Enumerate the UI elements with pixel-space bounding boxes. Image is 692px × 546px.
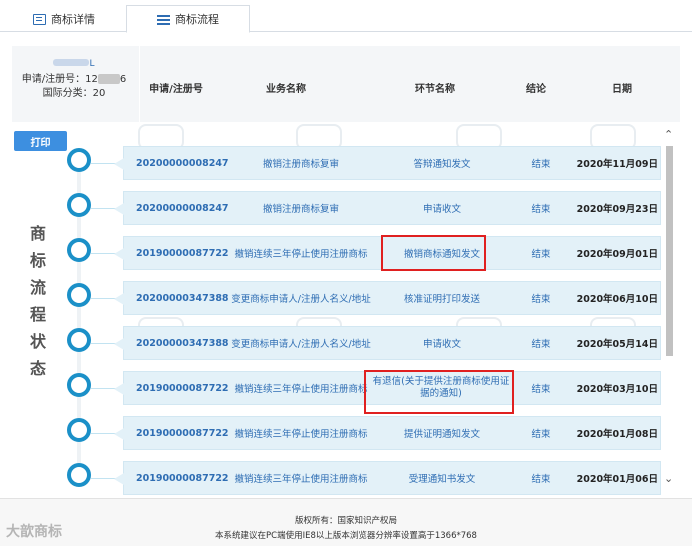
cell-business-name: 撤销注册商标复审 xyxy=(262,159,339,170)
redaction-mask xyxy=(97,74,120,84)
timeline-node-icon xyxy=(67,148,91,172)
mark-name: L xyxy=(12,59,136,73)
cell-date: 2020年01月08日 xyxy=(576,429,658,440)
col-header-step: 环节名称 xyxy=(415,84,455,95)
table-row: 20200000347388 变更商标申请人/注册人名义/地址 核准证明打印发送… xyxy=(114,281,661,315)
cell-reg-number: 20190000087722 xyxy=(136,472,229,484)
cell-reg-number: 20200000347388 xyxy=(136,292,229,304)
mark-reg-number: 申请/注册号：12 6 xyxy=(21,74,127,85)
timeline-node-icon xyxy=(67,373,91,397)
highlight-box xyxy=(364,370,514,414)
process-table-header: L 申请/注册号：12 6 国际分类：20 申请/注册号 业务名称 环节名称 结论… xyxy=(12,46,680,122)
table-row: 20200000008247 撤销注册商标复审 答辩通知发文 结束 2020年1… xyxy=(114,146,661,180)
cell-result: 结束 xyxy=(531,294,551,305)
cell-step-name: 答辩通知发文 xyxy=(413,159,471,170)
cell-result: 结束 xyxy=(531,384,551,395)
side-title-process-status: 商标流 程状态 xyxy=(29,224,46,378)
scrollbar-thumb[interactable] xyxy=(666,146,673,356)
cell-business-name: 撤销注册商标复审 xyxy=(262,204,339,215)
table-row: 20190000087722 撤销连续三年停止使用注册商标 提供证明通知发文 结… xyxy=(114,416,661,450)
cell-step-name: 申请收文 xyxy=(422,339,461,350)
cell-result: 结束 xyxy=(531,339,551,350)
scroll-down-icon[interactable]: ⌄ xyxy=(664,472,673,485)
timeline-node-icon xyxy=(67,283,91,307)
cell-result: 结束 xyxy=(531,159,551,170)
cell-business-name: 变更商标申请人/注册人名义/地址 xyxy=(231,294,371,305)
cell-reg-number: 20190000087722 xyxy=(136,382,229,394)
cell-business-name: 变更商标申请人/注册人名义/地址 xyxy=(231,339,371,350)
cell-date: 2020年09月01日 xyxy=(576,249,658,260)
cell-reg-number: 20200000347388 xyxy=(136,337,229,349)
cell-date: 2020年03月10日 xyxy=(576,384,658,395)
cell-step-name: 受理通知书发文 xyxy=(408,474,476,485)
tab-mark-details-label: 商标详情 xyxy=(51,13,95,26)
cell-date: 2020年06月10日 xyxy=(576,294,658,305)
col-header-biz: 业务名称 xyxy=(266,84,306,95)
cell-business-name: 撤销连续三年停止使用注册商标 xyxy=(234,249,368,260)
scroll-up-icon[interactable]: ⌃ xyxy=(664,128,673,141)
cell-reg-number: 20190000087722 xyxy=(136,427,229,439)
tab-mark-details[interactable]: 商标详情 xyxy=(2,5,126,33)
timeline-node-icon xyxy=(67,238,91,262)
col-header-reg: 申请/注册号 xyxy=(149,84,203,95)
cell-date: 2020年01月06日 xyxy=(576,474,658,485)
cell-step-name: 核准证明打印发送 xyxy=(403,294,480,305)
cell-date: 2020年09月23日 xyxy=(576,204,658,215)
cell-step-name: 申请收文 xyxy=(422,204,461,215)
list-icon xyxy=(157,14,170,25)
footer: 大歆商标 版权所有：国家知识产权局 本系统建议在PC端使用IE8以上版本浏览器分… xyxy=(0,498,692,546)
cell-reg-number: 20200000008247 xyxy=(136,157,229,169)
timeline-node-icon xyxy=(67,193,91,217)
document-icon xyxy=(33,13,46,25)
tab-mark-process-label: 商标流程 xyxy=(175,13,219,26)
cell-business-name: 撤销连续三年停止使用注册商标 xyxy=(234,429,368,440)
cell-result: 结束 xyxy=(531,429,551,440)
cell-date: 2020年05月14日 xyxy=(576,339,658,350)
scrollbar[interactable]: ⌃ ⌄ xyxy=(662,124,676,490)
timeline-node-icon xyxy=(67,418,91,442)
redacted-mark-name xyxy=(53,59,90,66)
footer-browser-note: 本系统建议在PC端使用IE8以上版本浏览器分辨率设置高于1366*768 xyxy=(215,531,477,541)
cell-business-name: 撤销连续三年停止使用注册商标 xyxy=(234,384,368,395)
mark-info: L 申请/注册号：12 6 国际分类：20 xyxy=(12,46,136,122)
tab-mark-process[interactable]: 商标流程 xyxy=(126,5,250,33)
col-header-date: 日期 xyxy=(612,84,632,95)
cell-result: 结束 xyxy=(531,474,551,485)
cell-business-name: 撤销连续三年停止使用注册商标 xyxy=(234,474,368,485)
timeline-node-icon xyxy=(67,328,91,352)
col-header-result: 结论 xyxy=(526,84,546,95)
footer-copyright: 版权所有：国家知识产权局 xyxy=(294,516,397,526)
highlight-box xyxy=(381,235,486,271)
cell-reg-number: 20200000008247 xyxy=(136,202,229,214)
table-row: 20190000087722 撤销连续三年停止使用注册商标 受理通知书发文 结束… xyxy=(114,461,661,495)
cell-step-name: 提供证明通知发文 xyxy=(403,429,480,440)
timeline-node-icon xyxy=(67,463,91,487)
cell-date: 2020年11月09日 xyxy=(576,159,658,170)
cell-reg-number: 20190000087722 xyxy=(136,247,229,259)
mark-class: 国际分类：20 xyxy=(42,88,106,99)
table-row: 20200000347388 变更商标申请人/注册人名义/地址 申请收文 结束 … xyxy=(114,326,661,360)
tab-bar: 商标详情 商标流程 xyxy=(0,0,692,33)
cell-result: 结束 xyxy=(531,249,551,260)
print-button[interactable]: 打印 xyxy=(14,131,67,151)
cell-result: 结束 xyxy=(531,204,551,215)
table-row: 20200000008247 撤销注册商标复审 申请收文 结束 2020年09月… xyxy=(114,191,661,225)
